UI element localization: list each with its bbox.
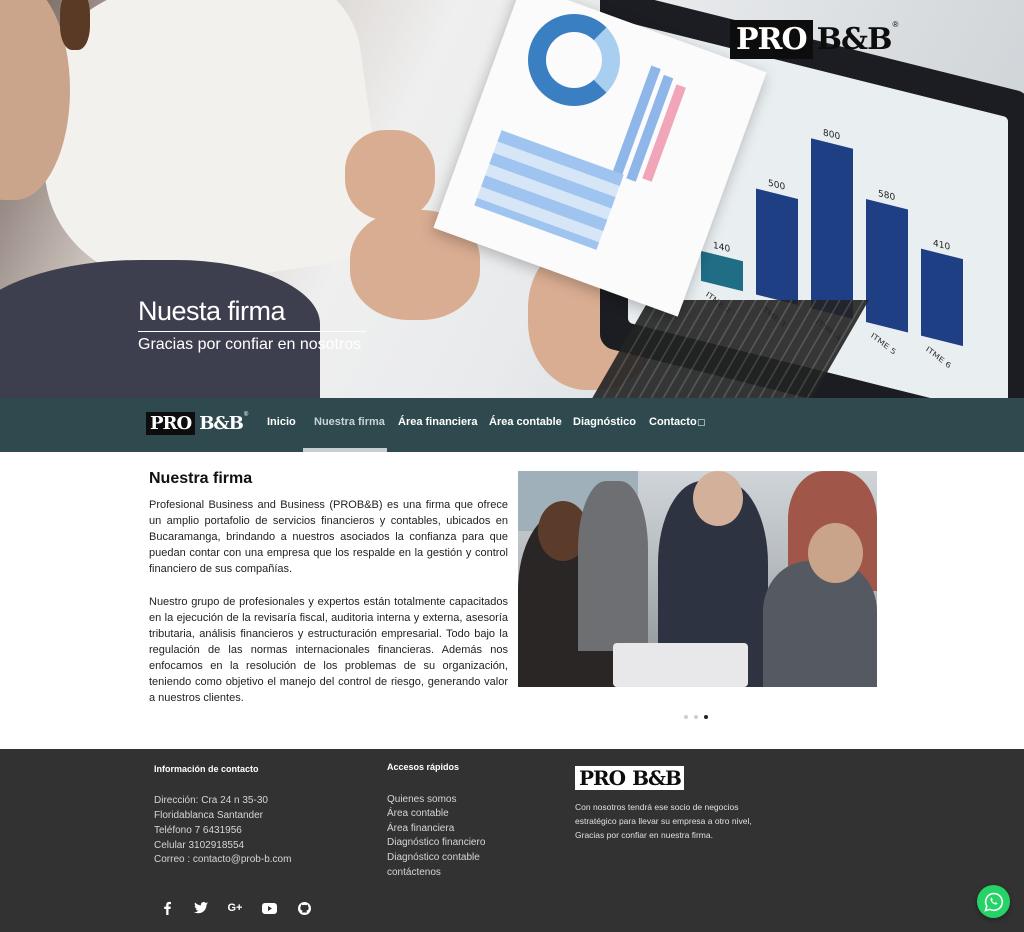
hero-donut-chart [528, 14, 620, 106]
intro-paragraph: Profesional Business and Business (PROB&… [149, 499, 508, 575]
photo-person-man-center-face [693, 471, 743, 526]
photo-laptop [613, 643, 748, 687]
nav-active-indicator [303, 448, 387, 452]
footer-link-diagnostico-contable[interactable]: Diagnóstico contable [387, 852, 480, 863]
whatsapp-button[interactable] [977, 885, 1010, 918]
screen-chart-value-label: 500 [768, 178, 786, 193]
hero-subtitle: Gracias por confiar en nosotros [138, 336, 362, 353]
youtube-icon[interactable] [258, 899, 280, 917]
slider-dot-active[interactable] [704, 715, 708, 719]
slider-dots [684, 715, 708, 719]
screen-chart-bar [811, 138, 853, 319]
google-plus-icon[interactable]: G+ [224, 899, 246, 917]
nav-item-inicio[interactable]: Inicio [267, 416, 296, 428]
logo-registered-mark: ® [243, 412, 249, 418]
nav-item-area-contable[interactable]: Área contable [489, 416, 562, 428]
logo-bb-text: B&B [816, 22, 893, 57]
footer-link-quienes-somos[interactable]: Quienes somos [387, 794, 456, 805]
screen-chart-axis-label: ITME 6 [924, 344, 953, 371]
hero-banner: 350ITME 1140ITME 2500ITME 3800ITME 4580I… [0, 0, 1024, 398]
footer-contact-line: Celular 3102918554 [154, 840, 245, 851]
screen-chart-value-label: 800 [823, 128, 841, 143]
nav-item-contacto[interactable]: Contacto [649, 416, 697, 428]
team-photo [518, 471, 877, 687]
screen-chart-bar [866, 198, 908, 333]
footer-link-area-contable[interactable]: Área contable [387, 808, 449, 819]
nav-item-nuestra-firma[interactable]: Nuestra firma [314, 416, 385, 428]
screen-chart-value-label: 140 [713, 240, 731, 256]
screen-chart-value-label: 580 [878, 188, 896, 204]
hero-title: Nuesta firma [138, 296, 286, 326]
footer-logo[interactable]: PRO B&B [575, 766, 684, 790]
screen-chart-bar [701, 250, 743, 292]
logo-bb-text: B&B [199, 413, 244, 434]
footer-contact-line: Floridablanca Santander [154, 810, 263, 821]
footer-link-area-financiera[interactable]: Área financiera [387, 823, 454, 834]
logo-bb-text: B&B [629, 766, 684, 790]
logo-pro-text: PRO [575, 766, 630, 790]
nav-logo[interactable]: PRO B&B ® [146, 412, 248, 435]
slider-dot[interactable] [694, 715, 698, 719]
footer-link-diagnostico-financiero[interactable]: Diagnóstico financiero [387, 837, 485, 848]
external-link-icon[interactable]: ▢ [697, 417, 706, 428]
hero-title-rule [138, 331, 366, 332]
hero-hand-left [345, 130, 435, 220]
team-paragraph: Nuestro grupo de profesionales y experto… [149, 596, 508, 704]
nav-item-diagnostico[interactable]: Diagnóstico [573, 416, 636, 428]
footer-contact-title: Información de contacto [154, 764, 259, 774]
nav-item-area-financiera[interactable]: Área financiera [398, 416, 477, 428]
footer-contact-line: Teléfono 7 6431956 [154, 825, 242, 836]
hero-logo[interactable]: PRO B&B ® [730, 20, 898, 59]
hero-person-hair [60, 0, 90, 50]
screen-chart-bar [756, 188, 798, 306]
github-icon[interactable] [293, 899, 315, 917]
photo-person-man-right-face [808, 523, 863, 583]
footer-links-title: Accesos rápidos [387, 762, 460, 772]
hero-person-jacket [0, 260, 320, 398]
screen-chart-value-label: 410 [933, 238, 951, 253]
screen-chart-axis-label: ITME 5 [869, 331, 898, 357]
main-navbar: PRO B&B ® Inicio Nuestra firma Área fina… [0, 398, 1024, 452]
photo-person-man-right [763, 561, 877, 687]
facebook-icon[interactable] [156, 899, 178, 917]
logo-registered-mark: ® [892, 20, 899, 29]
footer-contact-line: Dirección: Cra 24 n 35-30 [154, 795, 268, 806]
slider-dot[interactable] [684, 715, 688, 719]
logo-pro-text: PRO [730, 20, 813, 59]
photo-person-woman-mid [578, 481, 648, 651]
logo-pro-text: PRO [146, 412, 196, 435]
footer-about-text: Con nosotros tendrá ese socio de negocio… [575, 802, 752, 840]
footer-link-contactenos[interactable]: contáctenos [387, 867, 441, 878]
twitter-icon[interactable] [190, 899, 212, 917]
screen-chart-bar [921, 248, 963, 347]
section-title: Nuestra firma [149, 470, 253, 487]
footer-contact-email[interactable]: Correo : contacto@prob-b.com [154, 854, 291, 865]
whatsapp-icon [983, 892, 1003, 912]
